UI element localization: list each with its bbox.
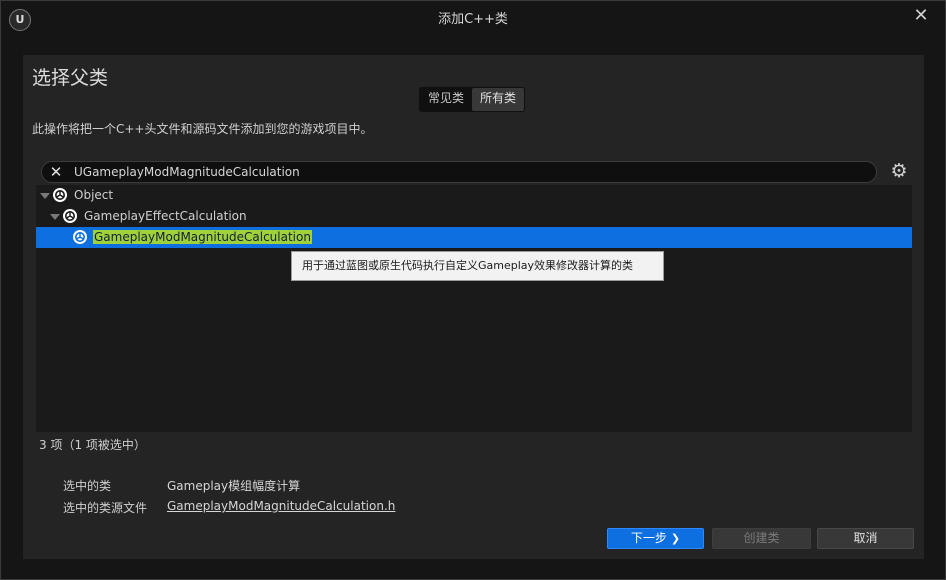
tree-item-label: GameplayEffectCalculation (84, 209, 247, 223)
selected-class-value: Gameplay模组幅度计算 (167, 479, 301, 493)
tree-item-label: Object (74, 188, 114, 202)
next-button-label: 下一步 (630, 531, 667, 545)
selected-source-link[interactable]: GameplayModMagnitudeCalculation.h (167, 499, 395, 513)
tab-common-classes[interactable]: 常见类 (420, 88, 472, 111)
tree-item-object[interactable]: Object (36, 185, 912, 206)
clear-search-icon[interactable]: ✕ (47, 163, 65, 181)
title-bar[interactable]: U 添加C++类 ✕ (1, 1, 945, 39)
class-icon (53, 188, 67, 202)
tree-item-gameplay-effect-calculation[interactable]: GameplayEffectCalculation (36, 206, 912, 227)
expand-arrow-icon[interactable] (40, 193, 50, 199)
description-text: 此操作将把一个C++头文件和源码文件添加到您的游戏项目中。 (32, 122, 373, 136)
item-count: 3 项（1 项被选中） (39, 438, 146, 452)
search-match-highlight: GameplayModMagnitudeCalculation (93, 230, 312, 244)
class-filter-tabs: 常见类 所有类 (419, 87, 526, 112)
class-icon (63, 209, 77, 223)
content-panel: 选择父类 常见类 所有类 此操作将把一个C++头文件和源码文件添加到您的游戏项目… (23, 55, 924, 559)
cancel-button[interactable]: 取消 (817, 528, 914, 549)
create-class-button: 创建类 (712, 528, 811, 549)
page-title: 选择父类 (32, 67, 109, 89)
tab-all-classes[interactable]: 所有类 (472, 88, 525, 111)
class-icon (73, 230, 87, 244)
tree-item-gameplay-mod-magnitude-calculation[interactable]: GameplayModMagnitudeCalculation (36, 227, 912, 248)
next-button[interactable]: 下一步 ❯ (607, 528, 704, 549)
expand-arrow-icon[interactable] (50, 214, 60, 220)
search-input[interactable] (74, 163, 854, 181)
gear-icon[interactable]: ⚙ (888, 160, 910, 182)
chevron-right-icon: ❯ (670, 532, 681, 545)
window-title: 添加C++类 (438, 12, 508, 27)
add-cpp-class-dialog: U 添加C++类 ✕ 选择父类 常见类 所有类 此操作将把一个C++头文件和源码… (0, 0, 946, 580)
close-icon[interactable]: ✕ (911, 7, 931, 27)
class-search-box: ✕ (41, 161, 877, 183)
class-tooltip: 用于通过蓝图或原生代码执行自定义Gameplay效果修改器计算的类 (291, 251, 664, 281)
selected-source-label: 选中的类源文件 (63, 501, 148, 515)
class-tree: Object GameplayEffectCalculation Gamepla… (36, 185, 912, 432)
selected-class-label: 选中的类 (63, 479, 112, 493)
